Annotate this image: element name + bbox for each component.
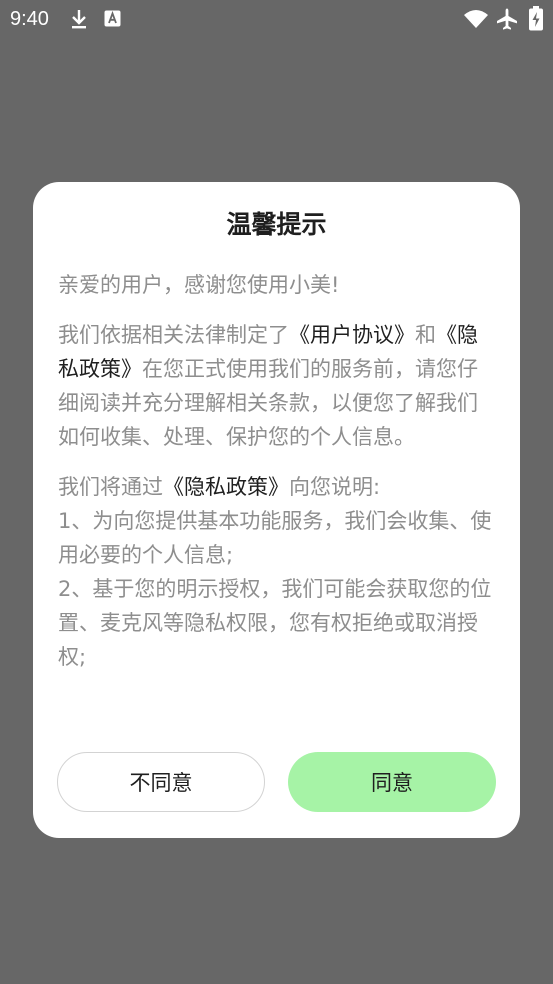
privacy-dialog: 温馨提示 亲爱的用户，感谢您使用小美! 我们依据相关法律制定了《用户协议》和《隐…	[33, 182, 520, 838]
explanation-prefix: 我们将通过	[58, 475, 163, 499]
explanation-paragraph: 我们将通过《隐私政策》向您说明: 1、为向您提供基本功能服务，我们会收集、使用必要…	[58, 470, 498, 674]
privacy-policy-link-2[interactable]: 《隐私政策》	[163, 475, 289, 499]
status-time: 9:40	[10, 8, 49, 30]
airplane-icon	[497, 8, 517, 30]
dialog-title: 温馨提示	[226, 210, 327, 239]
battery-charging-icon	[529, 6, 543, 31]
app-a-icon	[104, 10, 121, 27]
explanation-item-2: 2、基于您的明示授权，我们可能会获取您的位置、麦克风等隐私权限，您有权拒绝或取消…	[58, 577, 492, 669]
explanation-item-1: 1、为向您提供基本功能服务，我们会收集、使用必要的个人信息;	[58, 509, 492, 567]
content-fade	[33, 690, 520, 730]
dialog-content[interactable]: 亲爱的用户，感谢您使用小美! 我们依据相关法律制定了《用户协议》和《隐私政策》在…	[58, 268, 498, 726]
status-bar: 9:40	[0, 0, 553, 38]
agreement-paragraph: 我们依据相关法律制定了《用户协议》和《隐私政策》在您正式使用我们的服务前，请您仔…	[58, 318, 498, 454]
download-icon	[72, 10, 86, 29]
greeting-text: 亲爱的用户，感谢您使用小美!	[58, 273, 340, 297]
disagree-button[interactable]: 不同意	[57, 752, 265, 812]
wifi-icon	[464, 10, 488, 28]
agreement-and: 和	[415, 323, 436, 347]
user-agreement-link[interactable]: 《用户协议》	[289, 323, 415, 347]
explanation-suffix: 向您说明:	[289, 475, 381, 499]
agree-button[interactable]: 同意	[288, 752, 496, 812]
agreement-prefix: 我们依据相关法律制定了	[58, 323, 289, 347]
